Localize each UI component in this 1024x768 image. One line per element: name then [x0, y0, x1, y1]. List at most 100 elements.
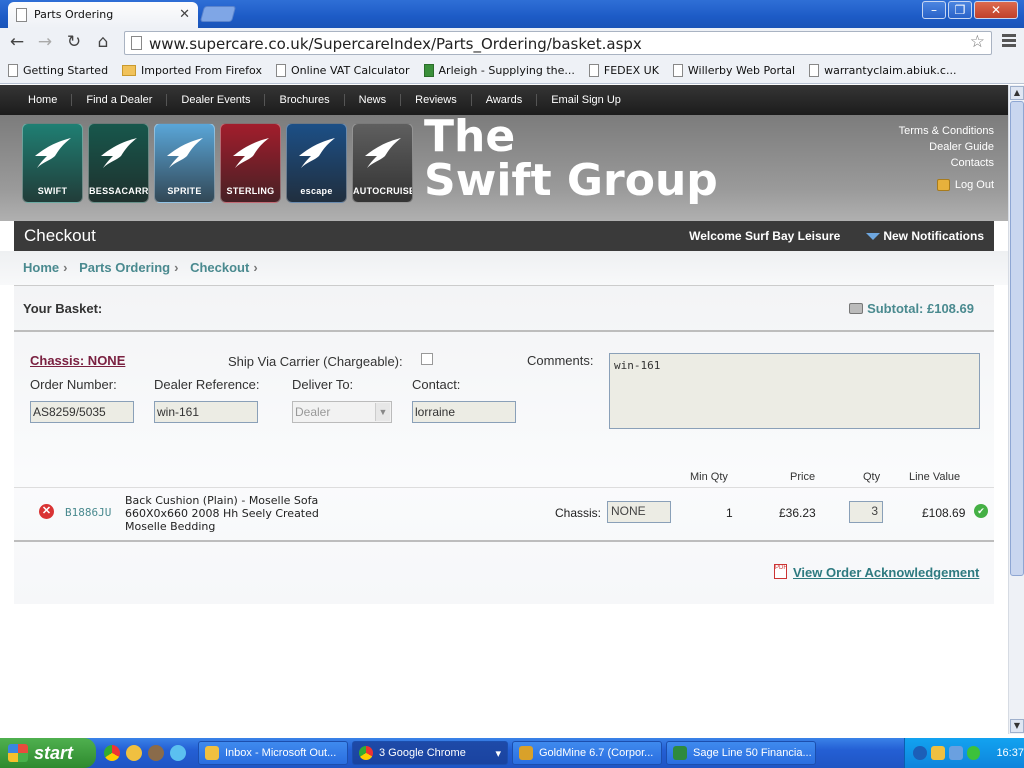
site-header: SWIFT BESSACARR SPRITE STERLING escape AUTOCR…	[0, 115, 1008, 221]
taskbar-item-sage[interactable]: Sage Line 50 Financia...	[666, 741, 816, 765]
lock-icon	[936, 179, 950, 191]
qty-input[interactable]: 3	[849, 501, 883, 523]
bookmark-item[interactable]: Getting Started	[8, 64, 108, 77]
reload-icon[interactable]: ↻	[63, 32, 85, 52]
nav-dealer-events[interactable]: Dealer Events	[166, 94, 264, 106]
order-form: Chassis: NONE Ship Via Carrier (Chargeab…	[14, 332, 994, 468]
page-scrollbar[interactable]: ▲ ▼	[1008, 85, 1024, 734]
ship-via-checkbox[interactable]	[421, 353, 433, 365]
scroll-down-icon[interactable]: ▼	[1010, 719, 1024, 733]
outlook-icon[interactable]	[126, 745, 142, 761]
table-header: Min Qty Price Qty Line Value	[14, 468, 994, 488]
subtotal: Subtotal: £108.69	[849, 301, 974, 316]
min-qty-value: 1	[726, 506, 733, 520]
home-icon[interactable]: ⌂	[92, 32, 114, 52]
nav-reviews[interactable]: Reviews	[400, 94, 471, 106]
maximize-button[interactable]: ❐	[948, 1, 972, 19]
bookmark-item[interactable]: Willerby Web Portal	[672, 64, 795, 77]
browser-tab[interactable]: Parts Ordering ✕	[8, 2, 198, 28]
brand-name: SPRITE	[167, 186, 202, 196]
col-qty: Qty	[863, 471, 881, 483]
nav-brochures[interactable]: Brochures	[264, 94, 343, 106]
close-tab-icon[interactable]: ✕	[179, 7, 190, 22]
chevron-right-icon: ›	[253, 260, 258, 275]
tray-expand-icon[interactable]	[913, 746, 927, 760]
delete-icon[interactable]: ✕	[39, 504, 54, 519]
page-icon	[131, 36, 142, 50]
bookmark-item[interactable]: Online VAT Calculator	[275, 64, 410, 77]
brand-logo-autocruise[interactable]: AUTOCRUISE	[352, 123, 413, 203]
taskbar-item-chrome[interactable]: 3 Google Chrome ▾	[352, 741, 508, 765]
contact-input[interactable]: lorraine	[412, 401, 516, 423]
bookmark-item[interactable]: Imported From Firefox	[122, 64, 262, 77]
notifications-toggle[interactable]: New Notifications	[866, 229, 984, 243]
bookmark-item[interactable]: warrantyclaim.abiuk.c...	[809, 64, 956, 77]
breadcrumb-parts-ordering[interactable]: Parts Ordering	[79, 260, 170, 275]
row-chassis-input[interactable]: NONE	[607, 501, 671, 523]
sage-icon	[673, 746, 687, 760]
breadcrumb-home[interactable]: Home	[23, 260, 59, 275]
logout-link[interactable]: Log Out	[936, 179, 994, 191]
brand-logo-swift[interactable]: SWIFT	[22, 123, 83, 203]
nav-home[interactable]: Home	[14, 94, 71, 106]
site-icon	[423, 64, 434, 77]
nav-find-dealer[interactable]: Find a Dealer	[71, 94, 166, 106]
comments-textarea[interactable]: win-161	[609, 353, 980, 429]
chrome-menu-icon[interactable]	[1002, 34, 1016, 49]
tray-network-icon[interactable]	[948, 746, 963, 760]
chrome-icon[interactable]	[104, 745, 120, 761]
brand-name: BESSACARR	[89, 186, 149, 196]
nav-news[interactable]: News	[343, 94, 401, 106]
header-links: Terms & Conditions Dealer Guide Contacts	[899, 123, 994, 171]
nav-email-signup[interactable]: Email Sign Up	[536, 94, 635, 106]
tab-title: Parts Ordering	[34, 8, 114, 21]
brand-logo-escape[interactable]: escape	[286, 123, 347, 203]
order-number-input[interactable]: AS8259/5035	[30, 401, 134, 423]
ie-icon[interactable]	[170, 745, 186, 761]
new-tab-button[interactable]	[199, 6, 237, 22]
chevron-down-icon: ▼	[375, 403, 390, 421]
contact-label: Contact:	[412, 377, 461, 392]
minimize-button[interactable]: –	[922, 1, 946, 19]
chassis-link[interactable]: Chassis: NONE	[30, 353, 125, 368]
bookmark-item[interactable]: Arleigh - Supplying the...	[423, 64, 575, 77]
dealer-ref-input[interactable]: win-161	[154, 401, 258, 423]
col-line-value: Line Value	[909, 471, 961, 483]
taskbar-item-outlook[interactable]: Inbox - Microsoft Out...	[198, 741, 348, 765]
taskbar-item-goldmine[interactable]: GoldMine 6.7 (Corpor...	[512, 741, 662, 765]
clock: 16:37	[996, 747, 1024, 759]
page-icon	[672, 64, 683, 77]
quick-launch	[96, 745, 194, 761]
start-button[interactable]: start	[0, 738, 96, 768]
bookmark-star-icon[interactable]: ☆	[970, 32, 985, 52]
terms-link[interactable]: Terms & Conditions	[899, 123, 994, 139]
breadcrumb: Home › Parts Ordering › Checkout ›	[0, 251, 1008, 285]
close-window-button[interactable]: ✕	[974, 1, 1018, 19]
chevron-down-icon: ▾	[495, 747, 501, 760]
address-bar[interactable]: www.supercare.co.uk/SupercareIndex/Parts…	[124, 31, 992, 55]
triangle-down-icon	[866, 233, 881, 241]
dealer-guide-link[interactable]: Dealer Guide	[899, 139, 994, 155]
contacts-link[interactable]: Contacts	[899, 155, 994, 171]
breadcrumb-checkout[interactable]: Checkout	[190, 260, 249, 275]
part-code-link[interactable]: B1886JU	[65, 506, 111, 519]
nav-awards[interactable]: Awards	[470, 94, 536, 106]
tray-outlook-icon[interactable]	[930, 746, 945, 760]
app-icon[interactable]	[148, 745, 164, 761]
url-text: www.supercare.co.uk/SupercareIndex/Parts…	[149, 35, 642, 53]
deliver-to-label: Deliver To:	[292, 377, 354, 392]
scroll-up-icon[interactable]: ▲	[1010, 86, 1024, 100]
view-order-ack-link[interactable]: View Order Acknowledgement	[793, 565, 979, 580]
forward-icon[interactable]: →	[34, 32, 56, 52]
brand-logo-sprite[interactable]: SPRITE	[154, 123, 215, 203]
page-icon	[275, 64, 286, 77]
tray-status-icon[interactable]	[966, 746, 981, 760]
back-icon[interactable]: ←	[6, 32, 28, 52]
scroll-thumb[interactable]	[1010, 101, 1024, 576]
deliver-to-select[interactable]: Dealer ▼	[292, 401, 392, 423]
brand-logo-bessacarr[interactable]: BESSACARR	[88, 123, 149, 203]
brand-logo-sterling[interactable]: STERLING	[220, 123, 281, 203]
line-value: £108.69	[922, 506, 966, 520]
bookmark-item[interactable]: FEDEX UK	[588, 64, 659, 77]
goldmine-icon	[519, 746, 533, 760]
